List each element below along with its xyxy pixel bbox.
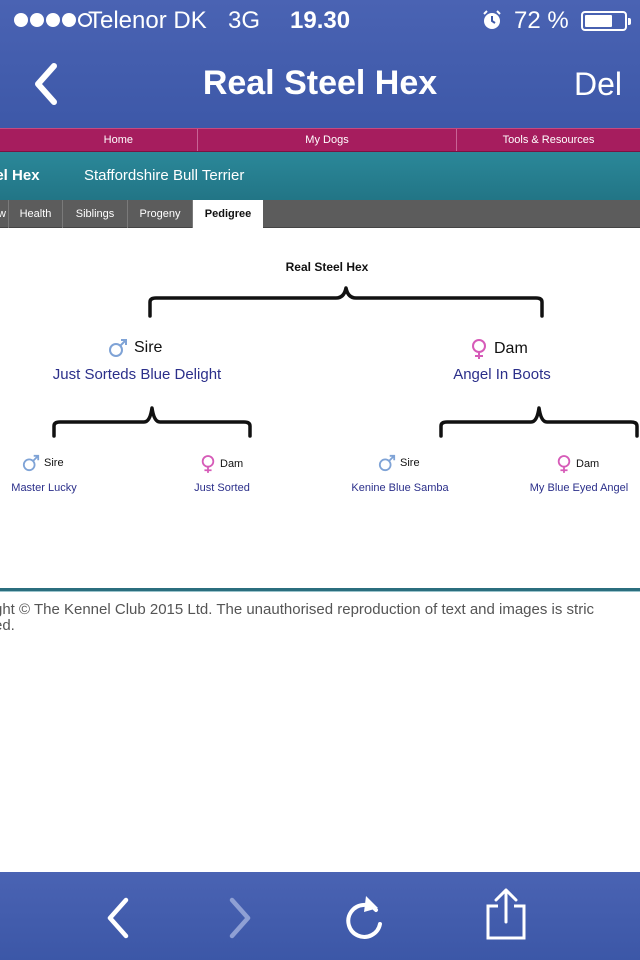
alarm-icon — [483, 10, 501, 29]
pedigree-tree: Real Steel Hex Sire Just Sorteds Blue De… — [0, 228, 640, 588]
browser-back-icon[interactable] — [90, 890, 146, 946]
dam-role: Dam — [494, 340, 528, 357]
sire-role: Sire — [134, 339, 163, 356]
dog-name: teel Hex — [0, 167, 40, 184]
status-time: 19.30 — [290, 7, 351, 34]
copyright-line-2: ed. — [0, 617, 15, 634]
female-symbol-icon — [472, 339, 486, 359]
menu-item-home[interactable]: Home — [0, 129, 198, 151]
browser-forward-icon[interactable] — [212, 890, 268, 946]
main-menu: Home My Dogs Tools & Resources — [0, 128, 640, 152]
menu-item-my-dogs[interactable]: My Dogs — [198, 129, 457, 151]
battery-icon — [581, 11, 631, 31]
dog-header: teel Hex Staffordshire Bull Terrier — [0, 152, 640, 200]
dam-label: Dam — [470, 338, 528, 360]
copyright-notice: ght © The Kennel Club 2015 Ltd. The unau… — [0, 602, 640, 634]
pedigree-brace-root — [148, 286, 544, 318]
dam-dam-label: Dam — [556, 454, 599, 474]
sire-dam-role: Dam — [220, 458, 244, 470]
dog-breed: Staffordshire Bull Terrier — [84, 167, 245, 184]
network-type: 3G — [228, 7, 261, 34]
signal-dot — [62, 13, 76, 27]
sire-name-link[interactable]: Just Sorteds Blue Delight — [22, 366, 252, 383]
pedigree-brace-sire — [52, 406, 252, 438]
male-symbol-icon — [22, 454, 40, 472]
carrier-name: Telenor DK — [88, 7, 207, 34]
male-symbol-icon — [378, 454, 396, 472]
signal-dot — [30, 13, 44, 27]
reload-icon[interactable] — [336, 890, 392, 946]
sire-label: Sire — [108, 338, 162, 358]
page-title: Real Steel Hex — [202, 64, 438, 102]
tab-siblings[interactable]: Siblings — [63, 200, 128, 228]
browser-toolbar — [0, 872, 640, 960]
dam-dam-name-link[interactable]: My Blue Eyed Angel — [522, 482, 636, 494]
female-symbol-icon — [557, 455, 571, 473]
tab-progeny[interactable]: Progeny — [128, 200, 193, 228]
battery-nub — [628, 18, 631, 25]
signal-dot — [46, 13, 60, 27]
dam-dam-role: Dam — [576, 458, 600, 470]
share-icon[interactable] — [478, 886, 534, 942]
copyright-line-1: ght © The Kennel Club 2015 Ltd. The unau… — [0, 601, 595, 618]
male-symbol-icon — [109, 339, 127, 357]
nav-right-button[interactable]: Del — [574, 66, 622, 103]
pedigree-brace-dam — [439, 406, 639, 438]
sire-dam-name-link[interactable]: Just Sorted — [172, 482, 272, 494]
top-bar: Telenor DK 3G 19.30 72 % Real Steel Hex … — [0, 0, 640, 128]
sire-dam-label: Dam — [200, 454, 243, 474]
tab-overview[interactable]: w — [0, 200, 9, 228]
dam-sire-label: Sire — [378, 454, 420, 472]
sire-sire-name-link[interactable]: Master Lucky — [0, 482, 88, 494]
profile-tabs: w Health Siblings Progeny Pedigree — [0, 200, 640, 228]
signal-dot — [14, 13, 28, 27]
dam-sire-role: Sire — [400, 457, 420, 469]
female-symbol-icon — [201, 455, 215, 473]
signal-strength-icon — [14, 13, 92, 27]
menu-item-tools-resources[interactable]: Tools & Resources — [457, 129, 640, 151]
sire-sire-label: Sire — [22, 454, 64, 472]
pedigree-root-name: Real Steel Hex — [285, 260, 369, 274]
tab-health[interactable]: Health — [9, 200, 63, 228]
battery-fill — [585, 15, 612, 27]
footer-divider — [0, 588, 640, 592]
sire-sire-role: Sire — [44, 457, 64, 469]
dam-sire-name-link[interactable]: Kenine Blue Samba — [340, 482, 460, 494]
navigation-bar: Real Steel Hex Del — [0, 40, 640, 128]
tab-pedigree[interactable]: Pedigree — [193, 200, 263, 228]
status-bar: Telenor DK 3G 19.30 72 % — [0, 0, 640, 40]
dam-name-link[interactable]: Angel In Boots — [400, 366, 604, 383]
battery-percent: 72 % — [514, 7, 569, 34]
